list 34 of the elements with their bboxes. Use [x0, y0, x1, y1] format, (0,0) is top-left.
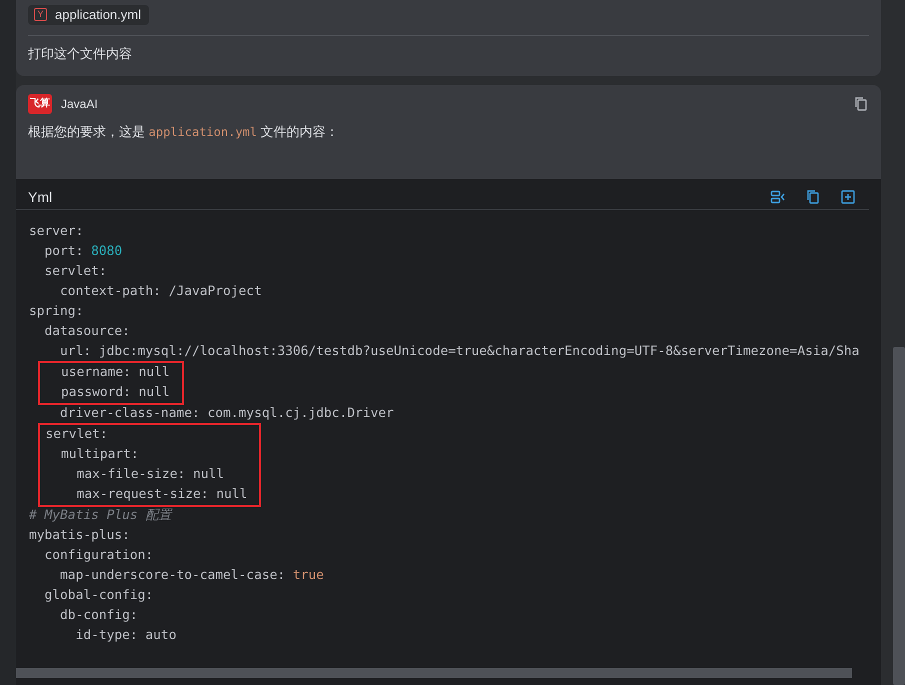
code-line: url: jdbc:mysql://localhost:3306/testdb?useUnicode=true&characterEncoding=UTF-8&serverTimezone=Asia/Sha — [59, 343, 860, 361]
code-line: port: 8080 — [44, 243, 122, 261]
code-line: servlet: — [44, 426, 108, 444]
code-line: password: null — [60, 384, 170, 402]
code-line: global-config: — [44, 587, 154, 605]
author-name: JavaAI — [61, 97, 98, 111]
logo-icon: 飞算 — [28, 94, 52, 114]
add-icon[interactable] — [840, 189, 856, 205]
code-line: spring: — [29, 303, 84, 321]
scrollbar-thumb[interactable] — [893, 347, 905, 685]
code-line: mybatis-plus: — [29, 527, 130, 545]
copy-icon[interactable] — [805, 189, 821, 205]
code-line: servlet: — [44, 263, 107, 281]
code-line: configuration: — [44, 547, 154, 565]
code-line: multipart: — [60, 446, 139, 464]
code-line: username: null — [60, 364, 170, 382]
file-chip[interactable]: Y application.yml — [28, 5, 149, 25]
code-line: max-request-size: null — [76, 486, 248, 504]
insert-icon[interactable] — [770, 189, 786, 205]
code-line: context-path: /JavaProject — [59, 283, 262, 301]
code-line: server: — [29, 223, 84, 241]
code-line: driver-class-name: com.mysql.cj.jdbc.Driver — [59, 405, 394, 423]
code-line: id-type: auto — [74, 627, 176, 645]
code-line: # MyBatis Plus 配置 — [29, 507, 172, 525]
code-line: map-underscore-to-camel-case: true — [59, 567, 324, 585]
file-type-icon: Y — [34, 8, 47, 21]
code-line: max-file-size: null — [76, 466, 224, 484]
reply-text: 根据您的要求，这是 application.yml 文件的内容： — [27, 123, 340, 141]
code-line: datasource: — [44, 323, 130, 341]
scrollbar-thumb[interactable] — [16, 668, 852, 678]
copy-icon[interactable] — [853, 96, 869, 112]
code-language: Yml — [28, 189, 52, 205]
message-text: 打印这个文件内容 — [28, 45, 133, 63]
code-line: db-config: — [59, 607, 138, 625]
